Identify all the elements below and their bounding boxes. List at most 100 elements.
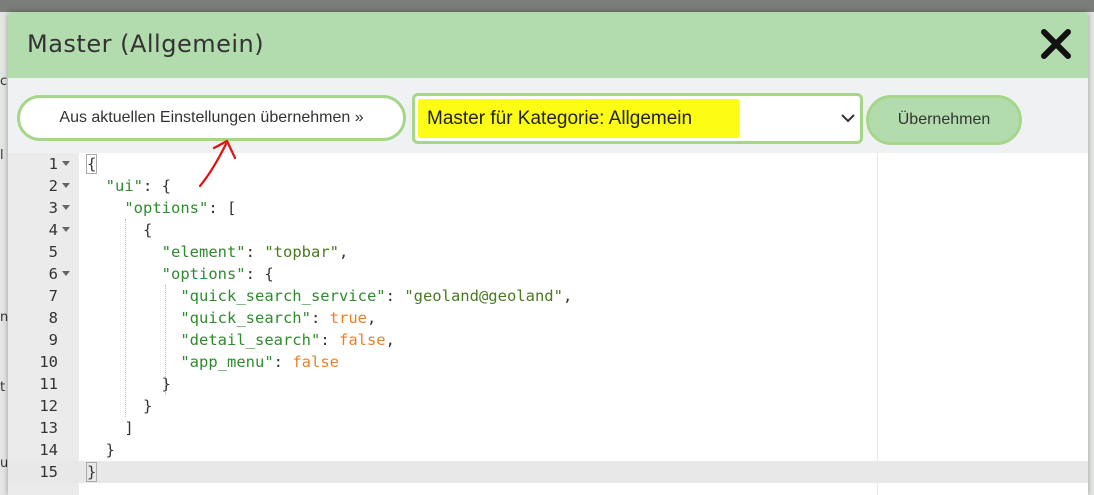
code-token: : [320,331,339,349]
dialog-title: Master (Allgemein) [27,30,265,58]
code-line: 2 "ui": { [8,175,1088,197]
code-token: "options" [161,265,246,283]
code-token: false [292,353,339,371]
code-text: "ui": { [87,175,171,197]
code-token: } [87,375,171,393]
code-text: "app_menu": false [87,351,339,373]
code-token: } [87,441,115,459]
code-token: : [310,309,330,327]
code-token: : { [143,177,171,195]
line-number: 6 [48,265,58,283]
code-token: "quick_search_service" [180,287,386,305]
background-text-fragment: u [0,456,8,471]
code-token: ] [87,419,134,437]
code-token: , [385,331,395,349]
code-text: } [87,395,152,417]
line-number: 3 [48,199,58,217]
line-number: 1 [48,155,58,173]
line-number: 5 [48,243,58,261]
code-line: 11 } [8,373,1088,395]
code-token: } [87,397,153,415]
line-number: 10 [39,353,58,371]
fold-toggle-icon[interactable] [62,161,70,166]
code-token: { [87,221,153,239]
json-code-editor[interactable]: 1{2 "ui": {3 "options": [4 {5 "element":… [8,153,1088,495]
code-text: } [85,461,98,483]
code-line: 15} [8,461,1088,483]
code-line: 13 ] [8,417,1088,439]
code-line: 8 "quick_search": true, [8,307,1088,329]
fold-toggle-icon[interactable] [62,183,70,188]
code-token: "geoland@geoland" [404,287,563,305]
code-text: "quick_search_service": "geoland@geoland… [87,285,572,307]
background-text-fragment: l [0,148,4,163]
code-line: 14 } [8,439,1088,461]
code-token: "ui" [105,177,143,195]
master-category-select[interactable]: Master für Kategorie: Allgemein [412,93,863,144]
code-token: : [245,243,265,261]
code-token: , [562,287,573,305]
chevron-down-icon [841,114,855,123]
code-line: 9 "detail_search": false, [8,329,1088,351]
code-token: "detail_search" [180,331,321,349]
code-text: "detail_search": false, [87,329,395,351]
code-line: 5 "element": "topbar", [8,241,1088,263]
code-token: "topbar" [264,243,339,261]
dialog-header: Master (Allgemein) [8,12,1088,78]
fold-toggle-icon[interactable] [62,271,70,276]
code-text: "options": { [87,263,274,285]
code-token: true [329,309,367,327]
code-line: 7 "quick_search_service": "geoland@geola… [8,285,1088,307]
background-text-fragment: t [0,380,6,395]
close-icon [1041,29,1071,59]
code-token: "app_menu" [180,353,274,371]
fold-toggle-icon[interactable] [62,205,70,210]
background-header-strip [0,0,1094,12]
close-button[interactable] [1038,26,1074,62]
code-token: : [385,287,405,305]
code-token: : { [245,265,274,283]
code-text: ] [87,417,134,439]
dialog-toolbar: Aus aktuellen Einstellungen übernehmen »… [8,78,1088,153]
line-number: 13 [39,419,58,437]
fold-toggle-icon[interactable] [62,227,70,232]
code-token: , [338,243,349,261]
line-number: 8 [48,309,58,327]
code-token: "quick_search" [180,309,311,327]
code-text: } [87,439,115,461]
line-number: 14 [39,441,58,459]
code-text: "element": "topbar", [87,241,349,263]
code-token: { [85,154,98,174]
line-number: 9 [48,331,58,349]
code-line: 4 { [8,219,1088,241]
apply-button[interactable]: Übernehmen [866,95,1022,145]
line-number: 2 [48,177,58,195]
code-line: 3 "options": [ [8,197,1088,219]
code-text: { [85,153,98,175]
background-text-fragment: c [0,74,8,89]
code-line: 12 } [8,395,1088,417]
code-token: , [366,309,377,327]
code-line: 1{ [8,153,1088,175]
line-number: 7 [48,287,58,305]
code-line: 6 "options": { [8,263,1088,285]
background-text-fragment: n [0,310,8,325]
line-number: 12 [39,397,58,415]
code-token: "element" [161,243,246,261]
code-token: : [273,353,293,371]
line-number: 15 [39,463,58,481]
line-number: 11 [39,375,58,393]
master-category-select-value: Master für Kategorie: Allgemein [427,108,693,129]
code-line: 10 "app_menu": false [8,351,1088,373]
code-text: "quick_search": true, [87,307,376,329]
red-arrow-annotation [198,139,237,188]
code-text: { [87,219,152,241]
